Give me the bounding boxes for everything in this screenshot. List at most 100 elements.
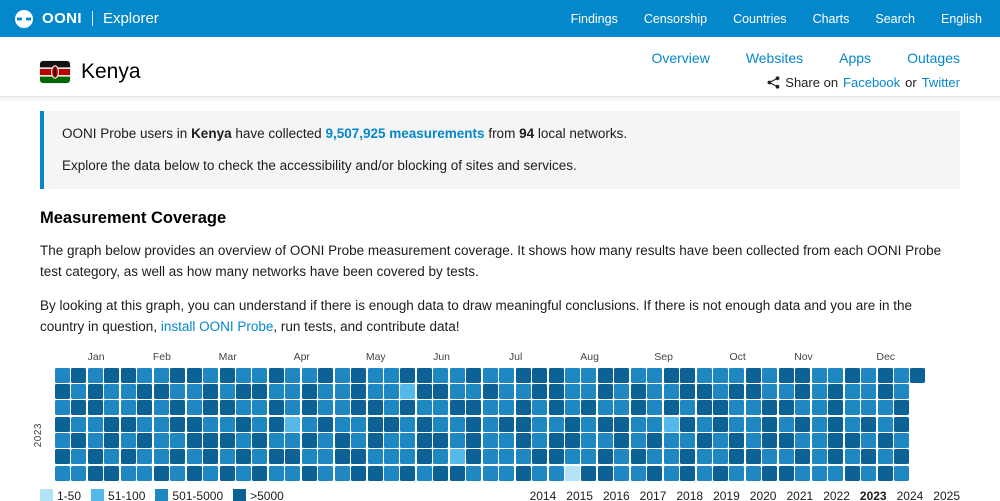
heatmap-cell[interactable]: [170, 400, 186, 416]
heatmap-cell[interactable]: [55, 416, 70, 432]
heatmap-cell[interactable]: [466, 449, 482, 465]
heatmap-cell[interactable]: [499, 400, 515, 416]
heatmap-cell[interactable]: [515, 449, 531, 465]
heatmap-cell[interactable]: [170, 465, 186, 481]
heatmap-cell[interactable]: [466, 367, 482, 383]
heatmap-cell[interactable]: [663, 465, 679, 481]
heatmap-cell[interactable]: [466, 384, 482, 400]
heatmap-cell[interactable]: [680, 433, 696, 448]
heatmap-cell[interactable]: [219, 416, 235, 432]
heatmap-cell[interactable]: [71, 465, 87, 481]
heatmap-cell[interactable]: [696, 400, 712, 416]
heatmap-cell[interactable]: [828, 465, 844, 481]
heatmap-cell[interactable]: [844, 416, 860, 432]
heatmap-cell[interactable]: [367, 416, 383, 432]
heatmap-cell[interactable]: [466, 416, 482, 432]
heatmap-cell[interactable]: [713, 367, 728, 383]
heatmap-cell[interactable]: [630, 367, 646, 383]
heatmap-cell[interactable]: [548, 449, 564, 465]
heatmap-cell[interactable]: [137, 384, 153, 400]
heatmap-cell[interactable]: [811, 449, 827, 465]
heatmap-cell[interactable]: [795, 449, 811, 465]
heatmap-cell[interactable]: [713, 384, 728, 400]
heatmap-cell[interactable]: [745, 367, 761, 383]
heatmap-cell[interactable]: [729, 449, 745, 465]
heatmap-cell[interactable]: [581, 433, 597, 448]
heatmap-cell[interactable]: [795, 465, 811, 481]
heatmap-cell[interactable]: [87, 465, 103, 481]
heatmap-cell[interactable]: [268, 416, 284, 432]
heatmap-cell[interactable]: [137, 433, 153, 448]
heatmap-cell[interactable]: [301, 433, 317, 448]
country-link-outages[interactable]: Outages: [907, 50, 960, 66]
country-link-apps[interactable]: Apps: [839, 50, 871, 66]
heatmap-cell[interactable]: [482, 433, 498, 448]
year-item-2014[interactable]: 2014: [530, 489, 557, 501]
heatmap-cell[interactable]: [334, 433, 350, 448]
heatmap-cell[interactable]: [861, 465, 877, 481]
heatmap-cell[interactable]: [778, 400, 794, 416]
heatmap-cell[interactable]: [745, 384, 761, 400]
heatmap-cell[interactable]: [104, 367, 120, 383]
heatmap-cell[interactable]: [137, 465, 153, 481]
heatmap-cell[interactable]: [186, 367, 202, 383]
heatmap-cell[interactable]: [893, 400, 909, 416]
heatmap-cell[interactable]: [87, 449, 103, 465]
heatmap-cell[interactable]: [548, 400, 564, 416]
heatmap-cell[interactable]: [811, 465, 827, 481]
heatmap-cell[interactable]: [828, 416, 844, 432]
heatmap-cell[interactable]: [630, 416, 646, 432]
heatmap-cell[interactable]: [466, 400, 482, 416]
heatmap-cell[interactable]: [762, 449, 778, 465]
year-item-2019[interactable]: 2019: [713, 489, 740, 501]
heatmap-cell[interactable]: [647, 449, 663, 465]
heatmap-cell[interactable]: [416, 400, 432, 416]
heatmap-cell[interactable]: [680, 465, 696, 481]
heatmap-cell[interactable]: [400, 416, 416, 432]
heatmap-cell[interactable]: [55, 400, 70, 416]
heatmap-cell[interactable]: [729, 400, 745, 416]
heatmap-cell[interactable]: [844, 400, 860, 416]
heatmap-cell[interactable]: [532, 367, 548, 383]
heatmap-cell[interactable]: [548, 465, 564, 481]
heatmap-cell[interactable]: [334, 400, 350, 416]
heatmap-cell[interactable]: [153, 416, 169, 432]
heatmap-cell[interactable]: [564, 416, 580, 432]
heatmap-cell[interactable]: [334, 465, 350, 481]
heatmap-cell[interactable]: [285, 433, 301, 448]
heatmap-cell[interactable]: [532, 400, 548, 416]
heatmap-cell[interactable]: [367, 449, 383, 465]
heatmap-cell[interactable]: [844, 449, 860, 465]
heatmap-cell[interactable]: [861, 367, 877, 383]
heatmap-cell[interactable]: [597, 465, 613, 481]
heatmap-cell[interactable]: [104, 449, 120, 465]
heatmap-cell[interactable]: [597, 400, 613, 416]
heatmap-cell[interactable]: [844, 367, 860, 383]
share-facebook-link[interactable]: Facebook: [843, 75, 900, 90]
heatmap-cell[interactable]: [301, 449, 317, 465]
heatmap-cell[interactable]: [449, 465, 465, 481]
heatmap-cell[interactable]: [877, 400, 893, 416]
heatmap-cell[interactable]: [729, 433, 745, 448]
heatmap-cell[interactable]: [581, 449, 597, 465]
heatmap-cell[interactable]: [499, 433, 515, 448]
heatmap-cell[interactable]: [844, 465, 860, 481]
nav-item-findings[interactable]: Findings: [571, 12, 618, 26]
heatmap-cell[interactable]: [861, 384, 877, 400]
heatmap-cell[interactable]: [581, 416, 597, 432]
heatmap-cell[interactable]: [367, 384, 383, 400]
heatmap-cell[interactable]: [663, 416, 679, 432]
heatmap-cell[interactable]: [745, 400, 761, 416]
heatmap-cell[interactable]: [400, 449, 416, 465]
heatmap-cell[interactable]: [318, 400, 334, 416]
heatmap-cell[interactable]: [318, 416, 334, 432]
heatmap-cell[interactable]: [384, 384, 399, 400]
heatmap-cell[interactable]: [828, 433, 844, 448]
heatmap-cell[interactable]: [268, 384, 284, 400]
heatmap-cell[interactable]: [252, 384, 268, 400]
heatmap-cell[interactable]: [55, 433, 70, 448]
heatmap-cell[interactable]: [581, 400, 597, 416]
year-item-2017[interactable]: 2017: [640, 489, 667, 501]
heatmap-cell[interactable]: [729, 416, 745, 432]
heatmap-cell[interactable]: [301, 400, 317, 416]
